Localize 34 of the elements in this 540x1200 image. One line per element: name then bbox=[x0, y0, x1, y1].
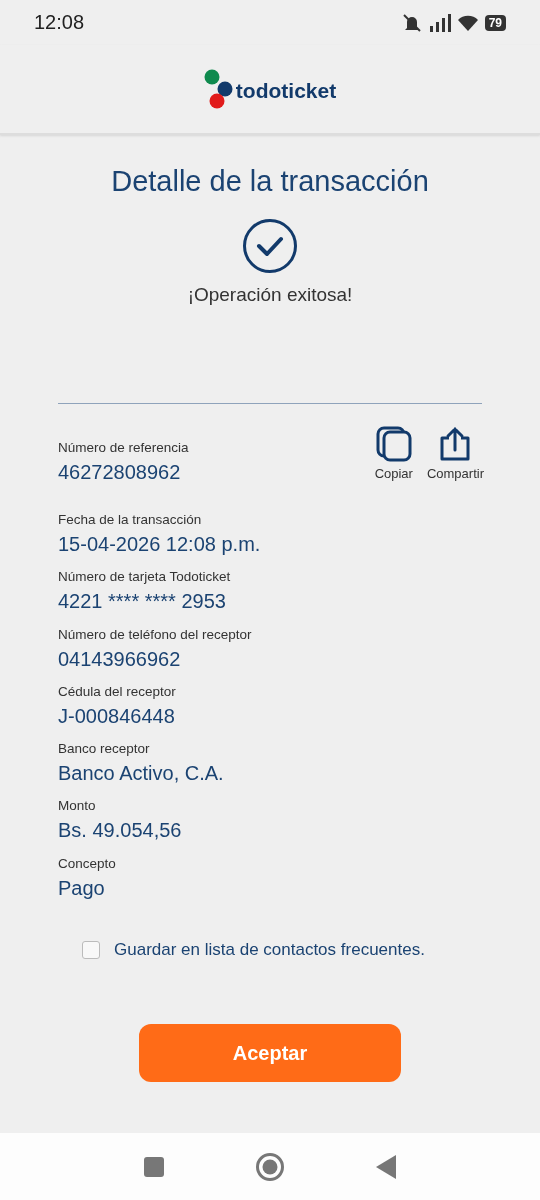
field-value: Banco Activo, C.A. bbox=[58, 762, 225, 786]
signal-icon bbox=[428, 13, 451, 32]
success-message: ¡Operación exitosa! bbox=[186, 284, 354, 306]
field-value: Pago bbox=[58, 876, 106, 900]
logo-dots-icon bbox=[203, 69, 234, 109]
field-label: Número de teléfono del receptor bbox=[58, 626, 253, 642]
logo-text: todoticket bbox=[235, 79, 337, 103]
field-value: Bs. 49.054,56 bbox=[58, 819, 183, 843]
field-value: 46272808962 bbox=[58, 461, 182, 484]
recents-icon[interactable] bbox=[144, 1156, 164, 1177]
status-time: 12:08 bbox=[34, 11, 85, 34]
share-button[interactable]: Compartir bbox=[426, 426, 484, 481]
battery-level: 79 bbox=[484, 14, 506, 31]
field-value: 4221 **** **** 2953 bbox=[58, 590, 227, 614]
field-label: Cédula del receptor bbox=[58, 683, 177, 699]
field-label: Concepto bbox=[58, 855, 117, 871]
checkbox-label[interactable]: Guardar en lista de contactos frecuentes. bbox=[114, 940, 425, 961]
home-icon[interactable] bbox=[256, 1152, 284, 1181]
muted-bell-icon bbox=[400, 12, 423, 33]
field-label: Fecha de la transacción bbox=[58, 512, 203, 527]
copy-button[interactable]: Copiar bbox=[374, 426, 413, 481]
copy-icon bbox=[375, 426, 412, 462]
field-value: J-000846448 bbox=[58, 704, 176, 728]
back-icon[interactable] bbox=[376, 1154, 396, 1179]
checkbox[interactable] bbox=[82, 941, 100, 960]
check-circle-icon bbox=[242, 218, 298, 274]
field-label: Número de referencia bbox=[58, 440, 189, 455]
wifi-icon bbox=[456, 13, 479, 32]
page-title: Detalle de la transacción bbox=[110, 165, 430, 198]
field-value: 04143966962 bbox=[58, 647, 182, 671]
field-value: 15-04-2026 12:08 p.m. bbox=[58, 533, 262, 556]
field-label: Monto bbox=[58, 798, 97, 814]
field-label: Banco receptor bbox=[58, 741, 151, 757]
field-label: Número de tarjeta Todoticket bbox=[58, 569, 232, 585]
